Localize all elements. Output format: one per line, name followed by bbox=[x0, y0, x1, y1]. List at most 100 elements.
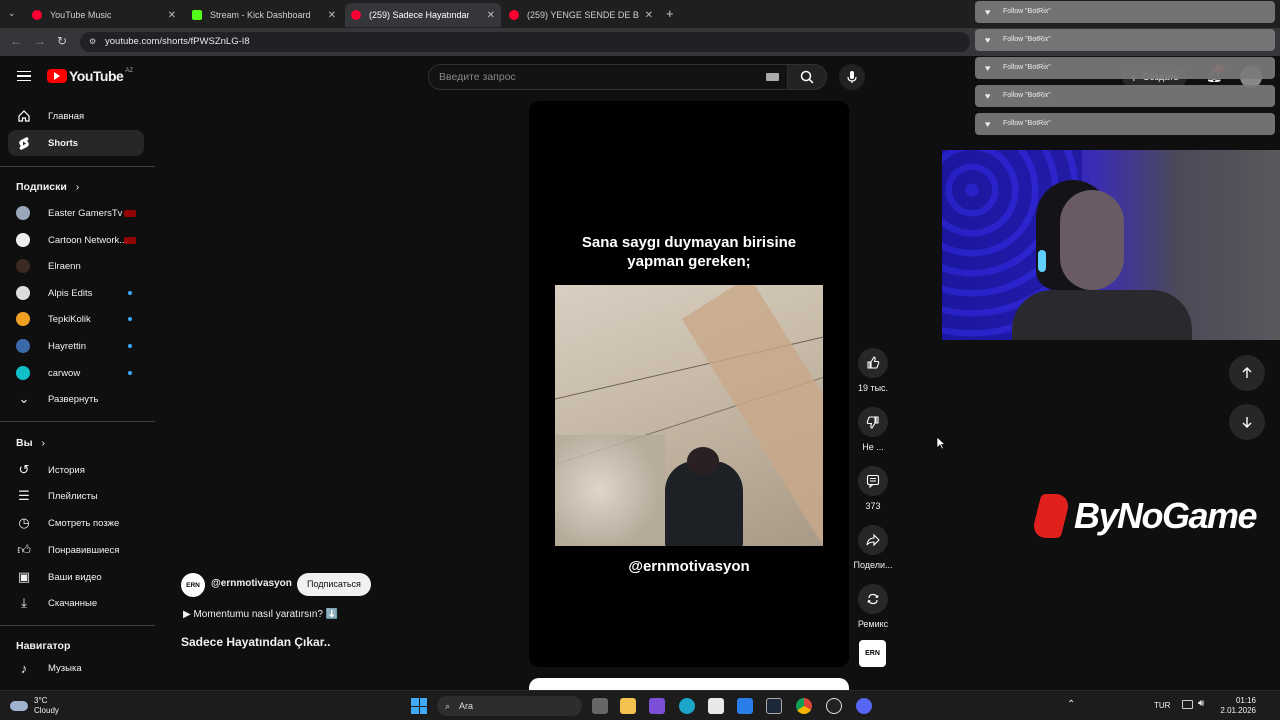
you-heading[interactable]: Вы › bbox=[16, 437, 45, 449]
sidebar-item-subscription[interactable]: TepkiKolik bbox=[8, 306, 144, 332]
youtube-logo[interactable]: YouTube AZ bbox=[47, 68, 133, 84]
sidebar-item-subscription[interactable]: Easter GamersTv bbox=[8, 200, 144, 226]
sidebar-item-label: Ваши видео bbox=[48, 571, 102, 583]
youtube-play-icon bbox=[47, 69, 67, 83]
heart-icon: ♥ bbox=[985, 119, 991, 129]
keyboard-icon[interactable] bbox=[766, 73, 779, 81]
url-field[interactable]: ⚙ youtube.com/shorts/fPWSZnLG-I8 bbox=[80, 32, 970, 52]
subscribe-button[interactable]: Подписаться bbox=[297, 573, 371, 596]
tab-title: (259) YENGE SENDE DE BİR 8 bbox=[527, 10, 639, 20]
channel-handle[interactable]: @ernmotivasyon bbox=[211, 578, 292, 589]
channel-avatar bbox=[16, 259, 30, 273]
sidebar-item-label: Shorts bbox=[48, 137, 79, 149]
mail-icon[interactable] bbox=[737, 698, 753, 714]
previous-short-button[interactable] bbox=[1229, 355, 1265, 391]
sidebar-item-downloads[interactable]: ⤓ Скачанные bbox=[8, 590, 144, 616]
obs-icon[interactable] bbox=[826, 698, 842, 714]
clock[interactable]: 01:16 2.01.2026 bbox=[1216, 696, 1256, 716]
tab-title: (259) Sadece Hayatından Ç bbox=[369, 10, 469, 20]
sidebar-item-watch-later[interactable]: ◷ Смотреть позже bbox=[8, 510, 144, 536]
streamer-body bbox=[1012, 290, 1192, 340]
channel-avatar-text: ERN bbox=[186, 581, 200, 589]
sidebar-item-label: carwow bbox=[48, 367, 81, 379]
network-icon[interactable] bbox=[1182, 700, 1193, 709]
forward-icon[interactable]: → bbox=[34, 34, 46, 48]
start-button[interactable] bbox=[411, 698, 427, 714]
dislike-button[interactable]: Не ... bbox=[852, 407, 894, 452]
sound-thumbnail[interactable]: ERN bbox=[859, 640, 886, 667]
sidebar-item-expand[interactable]: ⌄ Развернуть bbox=[8, 386, 144, 412]
follow-notification: ♥ Follow "BotRix" bbox=[975, 1, 1275, 23]
sidebar-item-subscription[interactable]: Alpis Edits bbox=[8, 280, 144, 306]
back-icon[interactable]: ← bbox=[10, 34, 22, 48]
sidebar-item-subscription[interactable]: Hayrettin bbox=[8, 333, 144, 359]
sidebar-item-shorts[interactable]: Shorts bbox=[8, 130, 144, 156]
menu-icon[interactable] bbox=[17, 71, 31, 81]
remix-button[interactable]: Ремикс bbox=[852, 584, 894, 629]
site-info-icon[interactable]: ⚙ bbox=[89, 32, 96, 52]
volume-icon[interactable]: 🔊︎ bbox=[1198, 698, 1204, 709]
channel-avatar[interactable]: ERN bbox=[181, 573, 205, 597]
comments-button[interactable]: 373 bbox=[852, 466, 894, 511]
close-icon[interactable]: ✕ bbox=[328, 10, 336, 21]
sidebar-item-label: Главная bbox=[48, 110, 85, 122]
close-icon[interactable]: ✕ bbox=[645, 10, 653, 21]
search-input[interactable]: Введите запрос bbox=[428, 64, 788, 90]
short-description[interactable]: ▶ Momentumu nasıl yaratırsın? ⬇️ bbox=[183, 609, 338, 620]
browser-tab-2[interactable]: Stream - Kick Dashboard ✕ bbox=[186, 3, 342, 27]
arrow-down-icon bbox=[1242, 417, 1252, 428]
app-icon[interactable] bbox=[649, 698, 665, 714]
file-explorer-icon[interactable] bbox=[620, 698, 636, 714]
chrome-icon[interactable] bbox=[796, 698, 812, 714]
subscribe-label: Подписаться bbox=[307, 579, 361, 589]
voice-search-button[interactable] bbox=[839, 64, 865, 90]
your-videos-icon: ▣ bbox=[17, 569, 31, 584]
task-view-icon[interactable] bbox=[592, 698, 608, 714]
navigator-heading: Навигатор bbox=[16, 640, 71, 652]
edge-icon[interactable] bbox=[679, 698, 695, 714]
channel-avatar bbox=[16, 286, 30, 300]
short-handle-overlay: @ernmotivasyon bbox=[628, 558, 750, 575]
share-icon bbox=[858, 525, 888, 555]
sidebar-item-subscription[interactable]: carwow bbox=[8, 360, 144, 386]
new-content-dot bbox=[128, 371, 132, 375]
sidebar-item-subscription[interactable]: Elraenn bbox=[8, 253, 144, 279]
sidebar-item-subscription[interactable]: Cartoon Network... bbox=[8, 227, 144, 253]
subscriptions-heading[interactable]: Подписки › bbox=[16, 181, 79, 193]
sidebar-item-music[interactable]: ♪ Музыка bbox=[8, 655, 144, 681]
sidebar-item-home[interactable]: Главная bbox=[8, 103, 144, 129]
new-tab-button[interactable]: + bbox=[666, 6, 674, 21]
lang-indicator[interactable]: TUR bbox=[1154, 701, 1170, 710]
channel-avatar bbox=[16, 233, 30, 247]
steam-icon[interactable] bbox=[766, 698, 782, 714]
mouse-cursor-icon bbox=[936, 436, 946, 450]
sidebar-item-your-videos[interactable]: ▣ Ваши видео bbox=[8, 564, 144, 590]
reload-icon[interactable]: ↻ bbox=[57, 34, 67, 48]
close-icon[interactable]: ✕ bbox=[168, 10, 176, 21]
store-icon[interactable] bbox=[708, 698, 724, 714]
sidebar-item-history[interactable]: ↺ История bbox=[8, 457, 144, 483]
rubble bbox=[555, 435, 665, 545]
windows-taskbar: 3°C Cloudy ⌕ Ara ⌃ TUR 🔊︎ 01:16 2.01.202… bbox=[0, 690, 1280, 720]
weather-widget[interactable]: 3°C Cloudy bbox=[10, 696, 59, 716]
taskbar-search[interactable]: ⌕ Ara bbox=[437, 696, 582, 716]
tab-search-icon[interactable]: ⌄ bbox=[8, 8, 16, 19]
chevron-up-icon[interactable]: ⌃ bbox=[1067, 699, 1075, 710]
next-short-button[interactable] bbox=[1229, 404, 1265, 440]
youtube-music-icon bbox=[32, 10, 42, 20]
share-button[interactable]: Подели... bbox=[852, 525, 894, 570]
sidebar-item-liked[interactable]: 👍︎ Понравившиеся bbox=[8, 537, 144, 563]
close-icon[interactable]: ✕ bbox=[487, 10, 495, 21]
playlist-icon: ☰ bbox=[18, 488, 30, 503]
sidebar-item-playlists[interactable]: ☰ Плейлисты bbox=[8, 483, 144, 509]
like-button[interactable]: 19 тыс. bbox=[852, 348, 894, 393]
short-video-player[interactable]: Sana saygı duymayan birisine yapman gere… bbox=[529, 101, 849, 667]
like-icon: 👍︎ bbox=[17, 542, 31, 557]
browser-tab-3[interactable]: (259) Sadece Hayatından Ç ✕ bbox=[345, 3, 501, 27]
browser-tab-4[interactable]: (259) YENGE SENDE DE BİR 8 ✕ bbox=[503, 3, 659, 27]
search-button[interactable] bbox=[787, 64, 827, 90]
kick-icon bbox=[192, 10, 202, 20]
dislike-label: Не ... bbox=[862, 442, 884, 452]
discord-icon[interactable] bbox=[856, 698, 872, 714]
browser-tab-1[interactable]: YouTube Music ✕ bbox=[26, 3, 182, 27]
